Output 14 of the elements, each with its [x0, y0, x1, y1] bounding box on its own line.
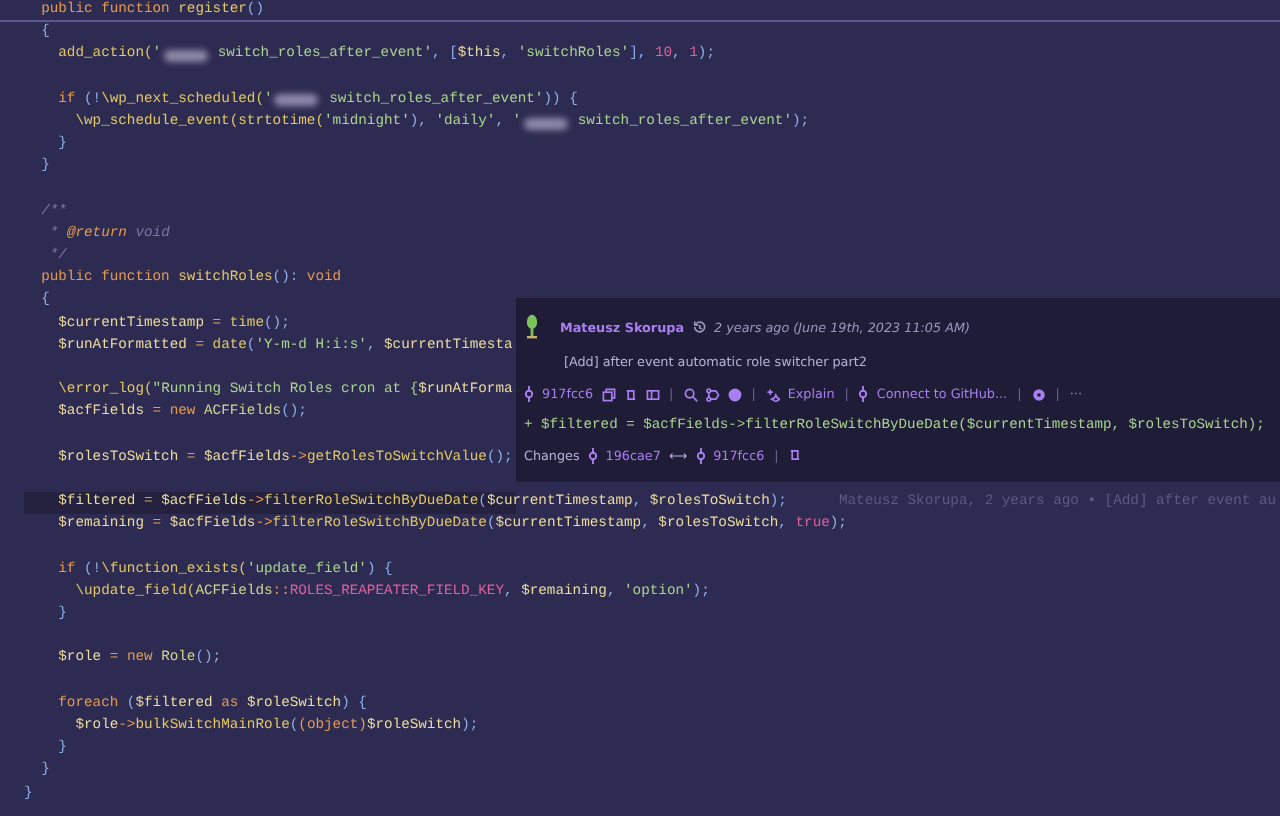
redacted-blur: [523, 117, 568, 130]
redacted-blur: [163, 49, 208, 62]
copy-icon[interactable]: [601, 387, 616, 401]
redacted-blur: [274, 94, 319, 107]
graph-icon[interactable]: [705, 387, 720, 401]
commit-icon: [695, 447, 706, 463]
history-icon[interactable]: [692, 320, 707, 334]
commit-icon: [524, 386, 534, 402]
panel-icon[interactable]: [645, 387, 660, 401]
sparkle-icon[interactable]: [765, 387, 780, 401]
commit-icon: [587, 447, 598, 463]
search-icon[interactable]: [683, 387, 698, 401]
commit-icon: [858, 386, 869, 402]
avatar-icon: [524, 314, 540, 340]
